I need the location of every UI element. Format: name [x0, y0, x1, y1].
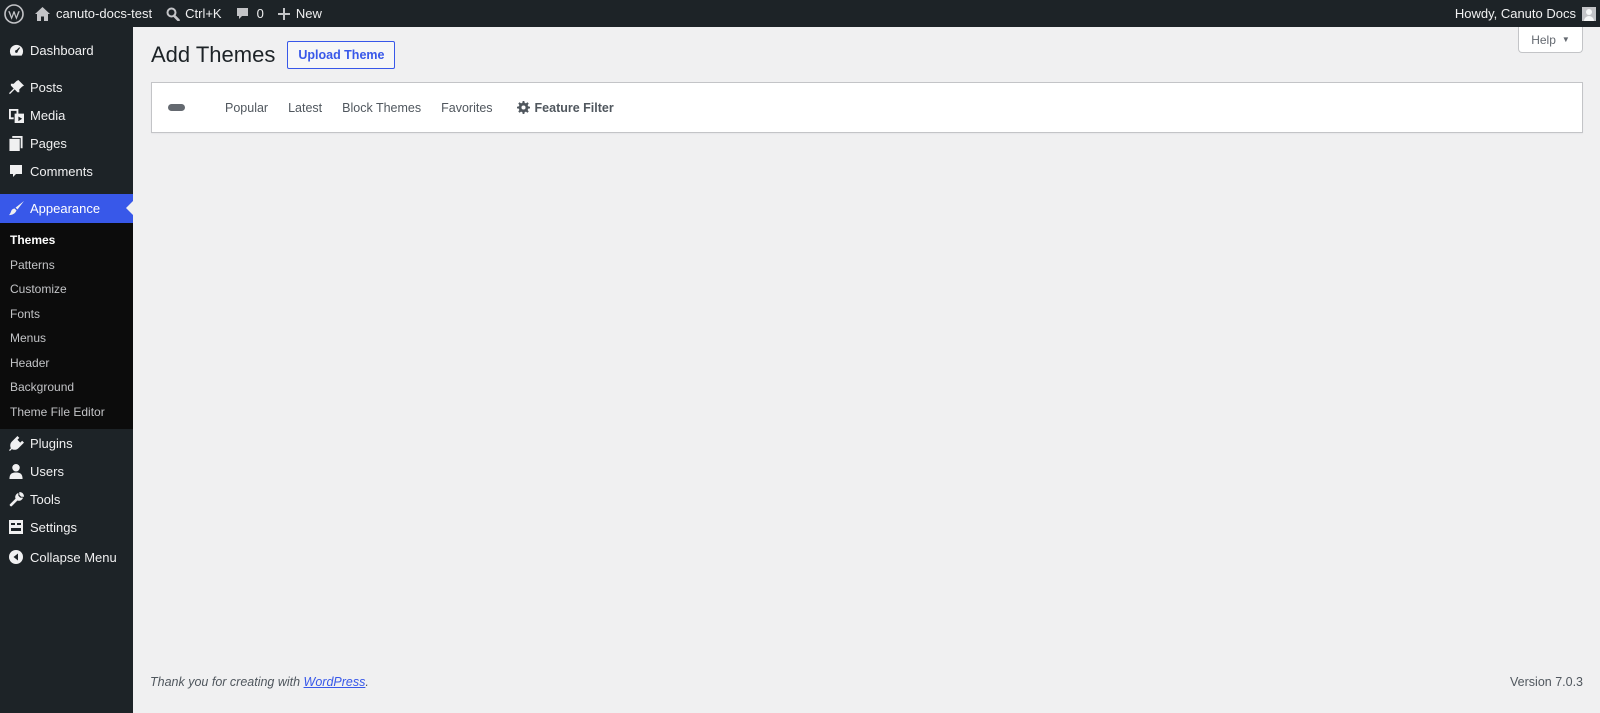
submenu-item-menus[interactable]: Menus [0, 326, 133, 351]
search-icon [166, 7, 180, 21]
footer-version: Version 7.0.3 [1510, 675, 1583, 689]
new-label: New [295, 6, 322, 21]
greeting-label: Howdy, Canuto Docs [1454, 6, 1576, 21]
sidebar-item-label: Users [30, 463, 64, 479]
new-content-link[interactable]: New [271, 0, 329, 27]
sidebar-item-label: Pages [30, 135, 67, 151]
admin-menu: Dashboard Posts Media Pages Comments App… [0, 27, 133, 713]
submenu-item-patterns[interactable]: Patterns [0, 253, 133, 278]
site-name-label: canuto-docs-test [56, 6, 153, 21]
my-account-link[interactable]: Howdy, Canuto Docs [1448, 0, 1600, 27]
comments-link[interactable]: 0 [229, 0, 271, 27]
filter-block-themes[interactable]: Block Themes [342, 101, 421, 115]
theme-filter-bar: Popular Latest Block Themes Favorites Fe… [151, 82, 1583, 133]
wrench-icon [8, 491, 24, 507]
sidebar-item-label: Appearance [30, 201, 101, 216]
sidebar-item-appearance[interactable]: Appearance [0, 194, 133, 223]
footer-thanks-suffix: . [365, 675, 369, 689]
command-palette-button[interactable]: Ctrl+K [159, 0, 228, 27]
media-icon [8, 107, 24, 123]
sidebar-item-label: Plugins [30, 435, 73, 451]
pages-icon [8, 135, 24, 151]
gear-icon [516, 101, 535, 114]
sidebar-item-pages[interactable]: Pages [0, 129, 133, 157]
sidebar-item-label: Dashboard [30, 42, 94, 58]
page-header: Add Themes Upload Theme [151, 41, 396, 69]
submenu-item-fonts[interactable]: Fonts [0, 302, 133, 327]
page-title: Add Themes [151, 42, 276, 67]
plug-icon [8, 435, 24, 451]
submenu-item-background[interactable]: Background [0, 375, 133, 400]
sidebar-item-label: Posts [30, 79, 63, 95]
appearance-submenu: Themes Patterns Customize Fonts Menus He… [0, 223, 133, 429]
sidebar-item-plugins[interactable]: Plugins [0, 429, 133, 457]
pin-icon [8, 79, 24, 95]
site-name-link[interactable]: canuto-docs-test [28, 0, 159, 27]
sidebar-item-users[interactable]: Users [0, 457, 133, 485]
comments-count: 0 [256, 6, 264, 21]
feature-filter-button[interactable]: Feature Filter [516, 100, 614, 115]
sidebar-item-settings[interactable]: Settings [0, 513, 133, 541]
avatar [1582, 6, 1596, 21]
footer-thanks: Thank you for creating with WordPress. [150, 675, 369, 689]
sidebar-item-comments[interactable]: Comments [0, 157, 133, 185]
sidebar-item-posts[interactable]: Posts [0, 73, 133, 101]
submenu-item-themes[interactable]: Themes [0, 228, 133, 253]
feature-filter-label: Feature Filter [534, 100, 614, 115]
dashboard-icon [8, 42, 24, 58]
submenu-item-header[interactable]: Header [0, 351, 133, 376]
filter-latest[interactable]: Latest [288, 101, 322, 115]
upload-theme-button[interactable]: Upload Theme [287, 41, 396, 69]
main-content: Help ▼ Add Themes Upload Theme Popular L… [133, 27, 1600, 713]
comment-icon [8, 163, 24, 179]
sidebar-item-label: Media [30, 107, 66, 123]
caret-down-icon: ▼ [1561, 35, 1570, 44]
sidebar-item-media[interactable]: Media [0, 101, 133, 129]
help-label: Help [1531, 32, 1556, 47]
sidebar-item-dashboard[interactable]: Dashboard [0, 36, 133, 64]
wordpress-link[interactable]: WordPress [304, 675, 366, 689]
user-icon [8, 463, 24, 479]
wordpress-logo-icon[interactable] [0, 0, 28, 27]
sidebar-item-label: Collapse Menu [30, 549, 117, 565]
collapse-menu-button[interactable]: Collapse Menu [0, 543, 133, 571]
submenu-item-customize[interactable]: Customize [0, 277, 133, 302]
theme-count-placeholder [168, 104, 185, 111]
home-icon [35, 6, 50, 21]
sidebar-item-tools[interactable]: Tools [0, 485, 133, 513]
sidebar-item-label: Tools [30, 491, 61, 507]
plus-icon [277, 7, 290, 20]
brush-icon [8, 201, 24, 217]
submenu-item-theme-file-editor[interactable]: Theme File Editor [0, 400, 133, 425]
collapse-icon [8, 549, 24, 565]
help-tab-button[interactable]: Help ▼ [1518, 27, 1583, 53]
search-shortcut-label: Ctrl+K [185, 6, 222, 21]
settings-icon [8, 519, 24, 535]
filter-favorites[interactable]: Favorites [441, 101, 492, 115]
sidebar-item-label: Comments [30, 163, 93, 179]
comment-bubble-icon [236, 7, 249, 20]
admin-bar: canuto-docs-test Ctrl+K 0 New Howdy, Can… [0, 0, 1600, 27]
footer-thanks-prefix: Thank you for creating with [150, 675, 304, 689]
filter-popular[interactable]: Popular [225, 101, 268, 115]
sidebar-item-label: Settings [30, 519, 77, 535]
